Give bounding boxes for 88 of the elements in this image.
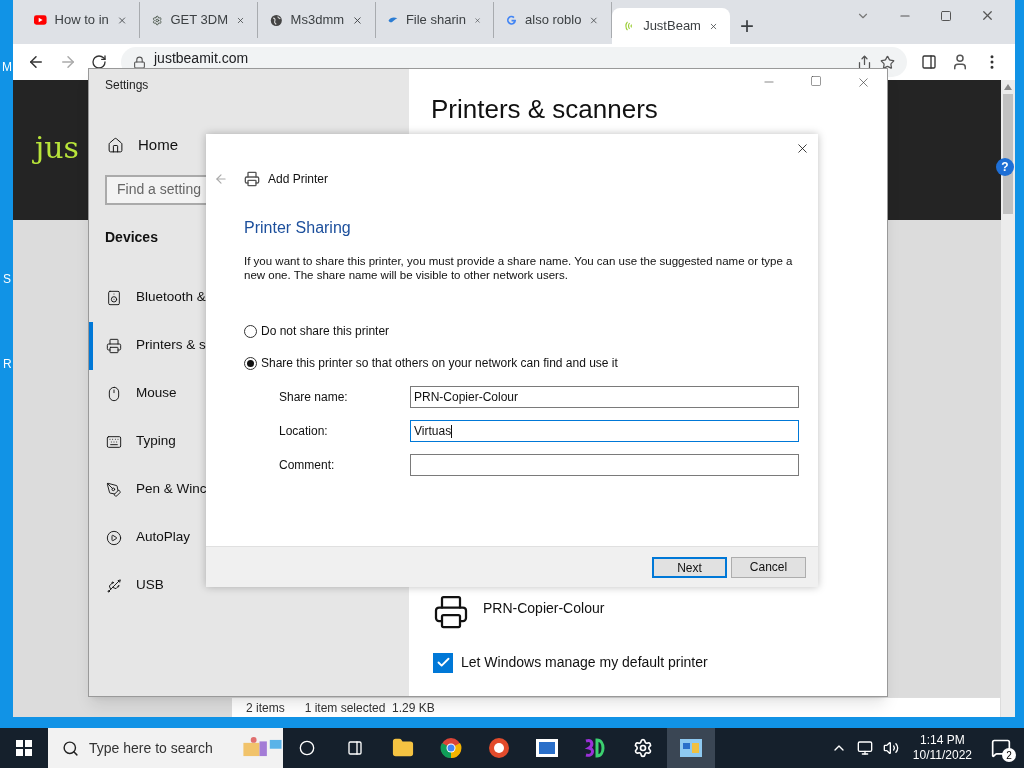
nav-item[interactable]: Pen & Winc [89,465,207,514]
clock[interactable]: 1:14 PM 10/11/2022 [908,733,976,763]
notification-count: 2 [1002,748,1016,762]
text-field[interactable]: Virtuas [410,420,799,442]
browser-tab[interactable]: GET 3DM [140,2,258,38]
dialog-title: Add Printer [268,171,329,188]
tab-title: File sharin [405,11,466,30]
window-title: Settings [105,77,150,94]
dialog-heading: Printer Sharing [244,218,352,238]
window-icon [536,739,558,757]
share-icon[interactable] [857,54,872,70]
chrome-icon [440,737,462,759]
tab-title: GET 3DM [170,11,228,30]
dialog-button[interactable]: Next [652,556,727,578]
scrollbar[interactable] [1001,80,1015,717]
usb-icon [106,577,122,594]
printer-icon [244,171,260,187]
printer-icon [106,337,122,354]
scroll-up-icon[interactable] [1004,84,1012,90]
star-icon[interactable] [880,54,895,70]
control-panel-icon [680,739,702,757]
tab-title: Ms3dmm [290,11,345,30]
site-logo: jus [29,124,86,172]
reload-icon[interactable] [91,54,107,70]
browser-tab[interactable]: File sharin [376,2,494,38]
checkbox-label: Let Windows manage my default printer [461,653,708,672]
volume-icon[interactable] [882,740,899,756]
radio-option[interactable]: Do not share this printer [244,322,800,340]
selection-info: 1 item selected 1.29 KB [304,699,435,717]
dialog-button[interactable]: Cancel [731,556,806,578]
keyboard-icon [106,433,122,450]
field-label: Location: [279,423,329,440]
new-tab-button[interactable]: + [740,14,754,38]
nav-item[interactable]: USB [89,561,207,610]
folder-icon [392,737,414,759]
printer-icon [433,594,469,630]
search-icon [62,739,79,757]
side-panel-icon[interactable] [921,54,937,70]
url-text: justbeamit.com [154,48,249,68]
dialog-description: If you want to share this printer, you must provide a share name. You can use the suggested name or type a new one. The share name will be visible to other network users. [244,254,794,282]
nav-item[interactable]: Mouse [89,369,207,418]
app-icon [488,737,510,759]
nav-item[interactable]: Typing [89,417,207,466]
browser-tab[interactable]: Ms3dmm [258,2,376,38]
pen-icon [106,481,122,498]
tab-title: How to in [54,11,109,30]
globe-icon [270,12,283,28]
lock-icon [133,55,146,69]
text-field[interactable]: PRN-Copier-Colour [410,386,799,408]
close-icon[interactable] [795,141,810,156]
windows-logo-icon [16,740,32,756]
printer-name: PRN-Copier-Colour [483,599,605,618]
radio-button[interactable] [244,356,257,370]
tab-title: also roblo [525,11,582,30]
field-label: Comment: [279,457,336,474]
maximize-icon[interactable] [810,75,822,87]
network-icon[interactable] [856,740,873,756]
field-label: Share name: [279,389,349,406]
taskbar-search-field[interactable]: Type here to search [48,728,283,768]
gear-icon [633,738,653,758]
mouse-icon [106,385,122,402]
tab-title: JustBeam [643,17,701,36]
radio-button[interactable] [244,324,257,338]
desktop-icon-label: M [2,59,12,76]
cortana-icon [299,740,315,756]
section-title: Devices [105,227,158,247]
radio-option[interactable]: Share this printer so that others on your network can find and use it [244,354,800,372]
nav-item[interactable]: Bluetooth & [89,273,207,322]
text-field[interactable] [410,454,799,476]
app-icon [584,737,606,759]
home-icon [107,136,124,154]
page-heading: Printers & scanners [431,94,659,124]
browser-tab[interactable]: JustBeam [612,8,730,44]
browser-tab[interactable]: How to in [22,2,140,38]
close-icon[interactable] [980,8,995,23]
video-icon [34,14,47,26]
profile-icon[interactable] [951,53,969,71]
nav-item[interactable]: AutoPlay [89,513,207,562]
task-view-icon [347,740,363,756]
check-icon [435,655,451,670]
checkbox[interactable] [433,652,453,673]
desktop-icon-label: S [3,271,11,288]
notification-button[interactable]: 2 [986,728,1016,768]
item-count: 2 items [246,699,285,717]
autoplay-icon [106,529,122,546]
back-icon[interactable] [27,53,45,71]
maximize-icon[interactable] [940,9,952,22]
desktop-icon-label: R [3,356,12,373]
